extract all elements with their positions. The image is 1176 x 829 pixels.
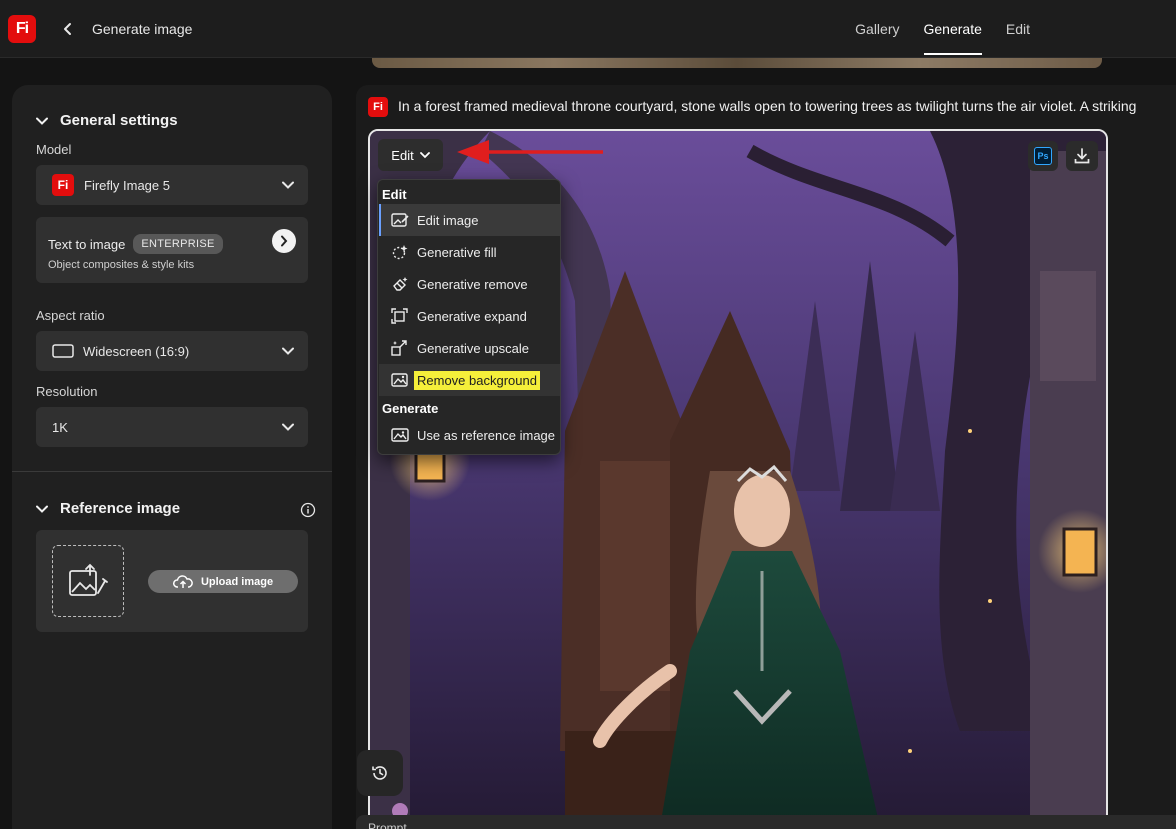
aspect-ratio-label: Aspect ratio [36, 308, 105, 323]
menu-item-generative-expand[interactable]: Generative expand [379, 300, 560, 332]
prompt-row: Fi In a forest framed medieval throne co… [356, 85, 1176, 127]
upload-image-label: Upload image [200, 575, 274, 588]
menu-item-label: Generative remove [417, 276, 528, 292]
top-nav: Gallery Generate Edit [831, 0, 1030, 58]
resolution-select[interactable]: 1K [36, 407, 308, 447]
text-to-image-subtitle: Object composites & style kits [48, 259, 195, 271]
reference-image-title: Reference image [60, 500, 181, 517]
menu-item-label: Generative upscale [417, 340, 530, 356]
text-to-image-card[interactable]: Text to image ENTERPRISE Object composit… [36, 217, 308, 283]
widescreen-icon [52, 344, 74, 358]
download-button[interactable] [1066, 141, 1098, 171]
prompt-bar[interactable]: Prompt [356, 815, 1176, 829]
open-in-photoshop-button[interactable]: Ps [1028, 141, 1058, 171]
prompt-bar-label: Prompt [368, 821, 407, 829]
download-icon [1074, 148, 1090, 164]
menu-item-label: Generative expand [417, 308, 527, 324]
image-upload-icon [69, 563, 108, 596]
page-title: Generate image [92, 21, 193, 37]
reference-image-toggle[interactable]: Reference image [36, 500, 180, 517]
history-button[interactable] [357, 750, 403, 796]
menu-group-edit: Edit [382, 187, 407, 202]
menu-item-label: Use as reference image [417, 427, 556, 443]
model-select[interactable]: Fi Firefly Image 5 [36, 165, 308, 205]
menu-item-generative-remove[interactable]: Generative remove [379, 268, 560, 300]
text-to-image-title-row: Text to image ENTERPRISE [48, 234, 223, 254]
red-arrow-annotation [457, 140, 603, 164]
upload-image-button[interactable]: Upload image [148, 570, 298, 593]
chevron-right-icon [281, 235, 288, 247]
menu-item-generative-fill[interactable]: Generative fill [379, 236, 560, 268]
photoshop-icon: Ps [1034, 147, 1052, 165]
generative-remove-icon [393, 277, 408, 291]
tab-gallery[interactable]: Gallery [855, 0, 899, 58]
general-settings-title: General settings [60, 112, 178, 129]
back-button[interactable] [58, 18, 78, 40]
resolution-label: Resolution [36, 384, 98, 399]
edit-dropdown-button[interactable]: Edit [378, 139, 443, 171]
generative-fill-icon [392, 245, 408, 260]
menu-item-generative-upscale[interactable]: Generative upscale [379, 332, 560, 364]
model-value: Firefly Image 5 [84, 177, 170, 193]
settings-panel: General settings Model Fi Firefly Image … [12, 85, 332, 829]
chevron-down-icon [282, 347, 294, 355]
edit-menu: Edit Edit image Generative fill Generati… [377, 179, 561, 455]
aspect-ratio-select[interactable]: Widescreen (16:9) [36, 331, 308, 371]
menu-item-remove-background[interactable]: Remove background [379, 364, 560, 396]
resolution-value: 1K [52, 419, 68, 435]
menu-group-generate: Generate [382, 401, 439, 416]
chevron-down-icon [36, 505, 48, 513]
edit-image-icon [391, 213, 409, 227]
general-settings-toggle[interactable]: General settings [36, 112, 178, 129]
chevron-down-icon [282, 181, 294, 189]
aspect-ratio-value: Widescreen (16:9) [83, 343, 190, 359]
chevron-down-icon [282, 423, 294, 431]
chevron-left-icon [64, 23, 71, 35]
tab-edit[interactable]: Edit [1006, 0, 1030, 58]
generative-upscale-icon [391, 340, 407, 356]
chevron-down-icon [419, 151, 430, 158]
chevron-down-icon [36, 117, 48, 125]
enterprise-badge: ENTERPRISE [133, 234, 223, 254]
remove-background-icon [391, 373, 408, 387]
edit-dropdown-label: Edit [391, 147, 414, 163]
text-to-image-title: Text to image [48, 236, 126, 252]
generative-expand-icon [391, 308, 408, 324]
next-button[interactable] [272, 229, 296, 253]
history-icon [372, 766, 387, 780]
reference-image-icon [391, 428, 409, 442]
top-bar: Fi Generate image Gallery Generate Edit [0, 0, 1176, 58]
firefly-logo[interactable]: Fi [8, 15, 36, 43]
menu-item-use-as-reference[interactable]: Use as reference image [379, 419, 560, 451]
menu-item-edit-image[interactable]: Edit image [379, 204, 560, 236]
info-icon[interactable] [300, 502, 316, 518]
previous-image-strip[interactable] [372, 58, 1102, 68]
firefly-model-icon: Fi [52, 174, 74, 196]
firefly-prompt-icon: Fi [368, 97, 388, 117]
menu-item-label: Generative fill [417, 244, 497, 260]
cloud-upload-icon [172, 574, 193, 588]
tab-generate[interactable]: Generate [923, 0, 983, 58]
reference-image-card: Upload image [36, 530, 308, 632]
prompt-text: In a forest framed medieval throne court… [398, 98, 1137, 114]
menu-item-label: Edit image [417, 212, 479, 228]
model-label: Model [36, 142, 72, 157]
image-drop-zone[interactable] [52, 545, 124, 617]
menu-item-label-highlighted: Remove background [414, 370, 540, 390]
section-divider [12, 471, 332, 472]
